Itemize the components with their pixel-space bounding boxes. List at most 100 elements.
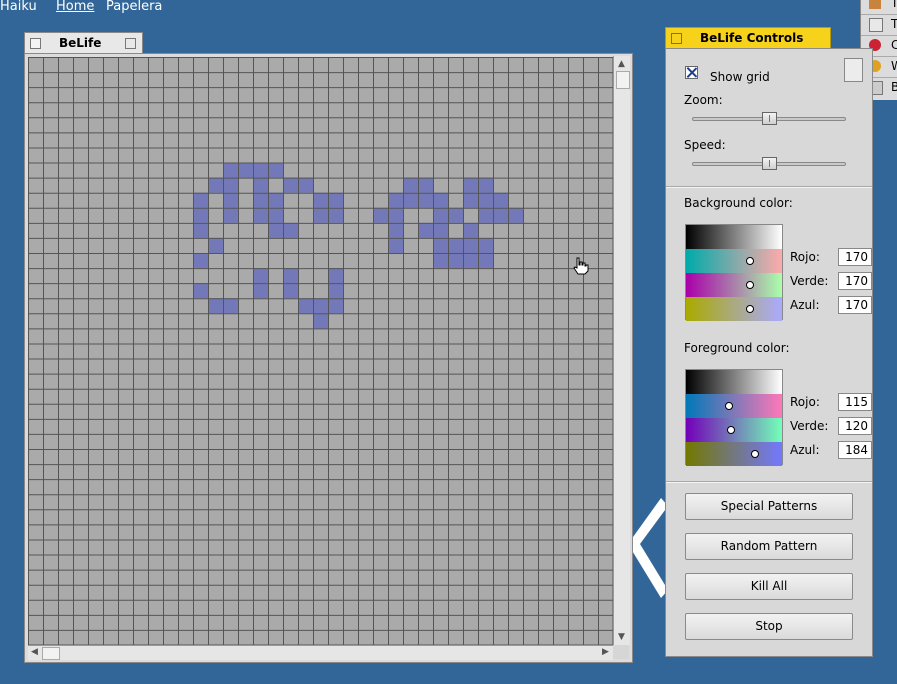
- background-blue-field[interactable]: 170: [838, 296, 872, 314]
- live-cell[interactable]: [403, 177, 418, 193]
- live-cell[interactable]: [433, 207, 448, 223]
- live-cell[interactable]: [463, 237, 478, 253]
- live-cell[interactable]: [328, 283, 343, 299]
- blue-band[interactable]: [686, 442, 782, 466]
- speed-slider-thumb[interactable]: [761, 157, 777, 170]
- red-knob[interactable]: [746, 257, 754, 265]
- desktop-item-home[interactable]: Home: [56, 0, 94, 14]
- live-cell[interactable]: [448, 253, 463, 269]
- scroll-thumb[interactable]: [616, 71, 630, 89]
- live-cell[interactable]: [283, 222, 298, 238]
- live-cell[interactable]: [418, 192, 433, 208]
- live-cell[interactable]: [328, 207, 343, 223]
- live-cell[interactable]: [283, 177, 298, 193]
- zoom-box[interactable]: [125, 38, 136, 49]
- live-cell[interactable]: [463, 177, 478, 193]
- live-cell[interactable]: [478, 177, 493, 193]
- live-cell[interactable]: [328, 268, 343, 284]
- live-cell[interactable]: [298, 177, 313, 193]
- foreground-red-field[interactable]: 115: [838, 393, 872, 411]
- live-cell[interactable]: [478, 253, 493, 269]
- live-cell[interactable]: [433, 237, 448, 253]
- live-cell[interactable]: [193, 192, 208, 208]
- deskbar-item[interactable]: T: [861, 0, 897, 15]
- background-color-picker[interactable]: [685, 224, 783, 321]
- zoom-slider-thumb[interactable]: [761, 112, 777, 125]
- live-cell[interactable]: [463, 253, 478, 269]
- foreground-color-picker[interactable]: [685, 369, 783, 466]
- desktop-item-haiku[interactable]: Haiku: [0, 0, 37, 14]
- live-cell[interactable]: [463, 192, 478, 208]
- grid-background[interactable]: [28, 57, 613, 645]
- live-cell[interactable]: [253, 268, 268, 284]
- live-cell[interactable]: [313, 313, 328, 329]
- live-cell[interactable]: [193, 253, 208, 269]
- live-cell[interactable]: [238, 162, 253, 178]
- green-band[interactable]: [686, 273, 782, 297]
- red-band[interactable]: [686, 249, 782, 273]
- live-cell[interactable]: [328, 298, 343, 314]
- live-cell[interactable]: [283, 283, 298, 299]
- desktop-item-papelera[interactable]: Papelera: [106, 0, 162, 14]
- vertical-scrollbar[interactable]: ▲ ▼: [613, 56, 630, 645]
- live-cell[interactable]: [388, 222, 403, 238]
- stop-button[interactable]: Stop: [685, 613, 853, 640]
- live-cell[interactable]: [283, 268, 298, 284]
- live-cell[interactable]: [478, 237, 493, 253]
- scroll-down-arrow[interactable]: ▼: [618, 632, 625, 642]
- live-cell[interactable]: [418, 177, 433, 193]
- live-cell[interactable]: [313, 192, 328, 208]
- live-cell[interactable]: [193, 207, 208, 223]
- life-grid[interactable]: [28, 57, 613, 645]
- live-cell[interactable]: [388, 207, 403, 223]
- close-box[interactable]: [671, 33, 682, 44]
- live-cell[interactable]: [223, 177, 238, 193]
- live-cell[interactable]: [268, 192, 283, 208]
- live-cell[interactable]: [208, 177, 223, 193]
- live-cell[interactable]: [388, 237, 403, 253]
- live-cell[interactable]: [253, 207, 268, 223]
- controls-window-tab[interactable]: BeLife Controls: [665, 27, 831, 48]
- live-cell[interactable]: [223, 207, 238, 223]
- live-cell[interactable]: [433, 192, 448, 208]
- blue-band[interactable]: [686, 297, 782, 321]
- red-band[interactable]: [686, 394, 782, 418]
- green-knob[interactable]: [746, 281, 754, 289]
- live-cell[interactable]: [448, 237, 463, 253]
- live-cell[interactable]: [223, 162, 238, 178]
- background-green-field[interactable]: 170: [838, 272, 872, 290]
- live-cell[interactable]: [298, 298, 313, 314]
- pattern-preview-box[interactable]: [844, 58, 863, 82]
- live-cell[interactable]: [268, 207, 283, 223]
- resize-corner[interactable]: [613, 645, 629, 659]
- live-cell[interactable]: [478, 207, 493, 223]
- foreground-green-field[interactable]: 120: [838, 417, 872, 435]
- show-grid-checkbox[interactable]: [685, 66, 698, 79]
- live-cell[interactable]: [268, 162, 283, 178]
- background-red-field[interactable]: 170: [838, 248, 872, 266]
- scroll-thumb-h[interactable]: [42, 647, 60, 660]
- scroll-up-arrow[interactable]: ▲: [618, 59, 625, 69]
- belife-window-tab[interactable]: BeLife: [24, 32, 143, 53]
- live-cell[interactable]: [193, 222, 208, 238]
- live-cell[interactable]: [373, 207, 388, 223]
- deskbar-item[interactable]: T: [861, 15, 897, 36]
- close-box[interactable]: [30, 38, 41, 49]
- live-cell[interactable]: [193, 283, 208, 299]
- live-cell[interactable]: [403, 192, 418, 208]
- live-cell[interactable]: [208, 237, 223, 253]
- live-cell[interactable]: [253, 177, 268, 193]
- live-cell[interactable]: [313, 207, 328, 223]
- live-cell[interactable]: [223, 192, 238, 208]
- kill-all-button[interactable]: Kill All: [685, 573, 853, 600]
- live-cell[interactable]: [253, 192, 268, 208]
- live-cell[interactable]: [508, 207, 523, 223]
- live-cell[interactable]: [253, 162, 268, 178]
- live-cell[interactable]: [493, 192, 508, 208]
- special-patterns-button[interactable]: Special Patterns: [685, 493, 853, 520]
- scroll-right-arrow[interactable]: ▶: [602, 647, 609, 657]
- live-cell[interactable]: [253, 283, 268, 299]
- live-cell[interactable]: [388, 192, 403, 208]
- random-pattern-button[interactable]: Random Pattern: [685, 533, 853, 560]
- live-cell[interactable]: [433, 253, 448, 269]
